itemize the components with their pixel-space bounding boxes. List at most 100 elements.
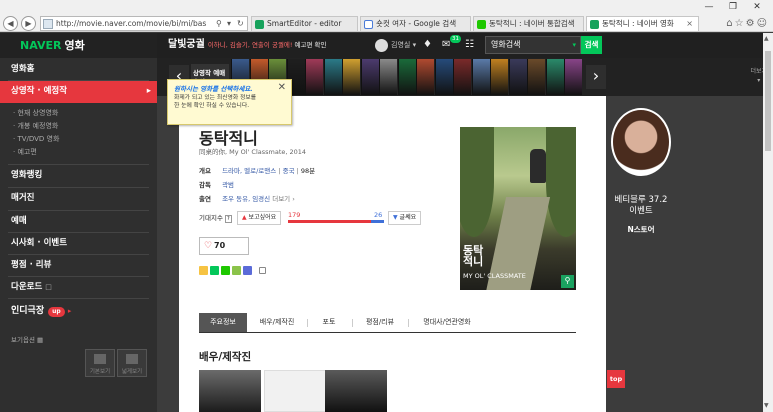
- cast-more-link[interactable]: 더보기: [272, 195, 290, 203]
- share-link-icon[interactable]: [259, 267, 266, 274]
- tab-photo[interactable]: 포토: [309, 313, 349, 332]
- tab-cast-crew[interactable]: 배우/제작진: [249, 313, 305, 332]
- poster-thumbnail[interactable]: [305, 59, 323, 95]
- movie-search-input[interactable]: 영화검색 ▾: [485, 36, 581, 54]
- menu-indie-theater[interactable]: 인디극장 up ▸: [11, 301, 151, 321]
- poster-thumbnail[interactable]: [379, 59, 397, 95]
- menu-preview-event[interactable]: 시사회 · 이벤트: [0, 233, 157, 253]
- forward-icon[interactable]: ▶: [21, 16, 36, 31]
- want-to-see-button[interactable]: ▲ 보고싶어요: [237, 211, 282, 225]
- menu-movie-home[interactable]: 영화홈: [0, 59, 157, 79]
- menu-download[interactable]: 다운로드 □: [0, 277, 157, 297]
- poster-thumbnail[interactable]: [360, 59, 379, 95]
- cast-link[interactable]: 조우 동유, 임경신: [222, 195, 270, 203]
- settings-gear-icon[interactable]: ⚙: [746, 18, 757, 29]
- poster-thumbnail[interactable]: [545, 59, 564, 95]
- zoom-icon[interactable]: ⚲: [561, 275, 574, 288]
- help-icon[interactable]: ?: [225, 215, 232, 223]
- submenu-tv-dvd[interactable]: · TV/DVD 영화: [13, 133, 59, 146]
- poster-thumbnail[interactable]: [527, 59, 545, 95]
- menu-rating-review[interactable]: 평점 · 리뷰: [0, 255, 157, 275]
- submenu-upcoming[interactable]: · 개봉 예정영화: [13, 120, 58, 133]
- refresh-icon[interactable]: ↻: [237, 18, 244, 30]
- scroll-up-icon[interactable]: ▲: [764, 35, 769, 42]
- cast-photo[interactable]: [199, 370, 261, 412]
- poster-thumbnail[interactable]: [564, 59, 582, 95]
- chevron-right-icon[interactable]: ›: [586, 65, 606, 89]
- close-tooltip-icon[interactable]: ✕: [278, 82, 286, 93]
- menu-booking[interactable]: 예매: [0, 211, 157, 231]
- tab-main-info[interactable]: 주요정보: [199, 313, 247, 332]
- director-link[interactable]: 곽범: [222, 181, 234, 189]
- share-line-icon[interactable]: [232, 266, 241, 275]
- menu-ranking[interactable]: 영화랭킹: [0, 165, 157, 185]
- browser-tab-naver-movie[interactable]: 동탁적니 : 네이버 영화 ×: [586, 16, 699, 31]
- tab-quotes-related[interactable]: 명대사/연관영화: [410, 313, 484, 332]
- share-band-icon[interactable]: [210, 266, 219, 275]
- dropdown-icon[interactable]: ▾: [227, 18, 231, 30]
- like-button[interactable]: ♡ 70: [199, 237, 249, 255]
- not-sure-button[interactable]: ▼ 글쎄요: [388, 211, 422, 225]
- menu-label: 상영작 · 예정작: [11, 86, 68, 96]
- scroll-down-icon[interactable]: ▼: [764, 402, 769, 409]
- scroll-top-button[interactable]: top: [607, 370, 625, 388]
- feedback-icon[interactable]: ☺: [757, 18, 769, 29]
- submenu-label: 현재 상영영화: [17, 109, 59, 117]
- side-ad[interactable]: 베티블루 37.2 이벤트 N스토어: [606, 96, 761, 396]
- submenu-current[interactable]: · 현재 상영영화: [13, 107, 58, 120]
- scroll-thumb[interactable]: [765, 51, 771, 151]
- movie-poster[interactable]: 동탁적니 MY OL' CLASSMATE ⚲: [460, 127, 576, 290]
- submenu-trailer[interactable]: · 예고편: [13, 146, 37, 159]
- logo-naver: NAVER: [20, 39, 62, 52]
- poster-thumbnail[interactable]: [342, 59, 360, 95]
- home-icon[interactable]: ⌂: [726, 18, 734, 29]
- back-icon[interactable]: ◀: [3, 16, 18, 31]
- user-menu[interactable]: 김영실 ▾: [375, 38, 416, 52]
- poster-thumbnail[interactable]: [323, 59, 342, 95]
- poster-thumbnail[interactable]: [416, 59, 434, 95]
- browser-tab-naver-search[interactable]: 동탁적니 : 네이버 통합검색: [473, 16, 584, 31]
- promo-link[interactable]: 예고편 확인: [295, 41, 327, 49]
- share-cafe-icon[interactable]: [221, 266, 230, 275]
- submenu-label: TV/DVD 영화: [17, 135, 60, 143]
- bell-icon[interactable]: ♦: [423, 38, 432, 52]
- genre-link[interactable]: 드라마, 멜로/로맨스: [222, 167, 276, 175]
- promo-banner[interactable]: 달빛궁궐 이하니, 김슬기, 연출이 궁궐에! 예고편 확인: [168, 33, 326, 57]
- submenu-label: 개봉 예정영화: [17, 122, 59, 130]
- apps-grid-icon[interactable]: ☷: [465, 38, 474, 52]
- toggle-icon[interactable]: ▦: [37, 336, 43, 344]
- poster-thumbnail[interactable]: [453, 59, 471, 95]
- view-default-button[interactable]: 기본보기: [85, 349, 115, 377]
- search-dropdown-icon[interactable]: ▾: [572, 37, 576, 53]
- address-bar[interactable]: http://movie.naver.com/movie/bi/mi/basic…: [40, 16, 248, 31]
- logo-movie: 영화: [64, 39, 85, 52]
- view-wide-button[interactable]: 넓게보기: [117, 349, 147, 377]
- favorites-star-icon[interactable]: ☆: [735, 18, 746, 29]
- poster-thumbnail[interactable]: [434, 59, 453, 95]
- restore-icon[interactable]: ❐: [724, 1, 742, 14]
- tab-divider: [307, 319, 308, 327]
- share-facebook-icon[interactable]: [243, 266, 252, 275]
- search-button[interactable]: 검색: [581, 36, 602, 54]
- naver-movie-logo[interactable]: NAVER 영화: [0, 33, 157, 58]
- page-scrollbar[interactable]: ▲ ▼: [763, 33, 773, 412]
- search-icon[interactable]: ⚲: [216, 18, 222, 30]
- expectation-bar-blue: [371, 220, 384, 223]
- browser-tab-google[interactable]: 숏컷 여자 - Google 검색: [360, 16, 471, 31]
- close-tab-icon[interactable]: ×: [686, 17, 693, 31]
- country-link[interactable]: 중국: [283, 167, 295, 175]
- minimize-icon[interactable]: —: [700, 1, 718, 14]
- browser-tab-smarteditor[interactable]: SmartEditor - editor: [251, 16, 358, 31]
- share-blog-icon[interactable]: [199, 266, 208, 275]
- poster-thumbnail[interactable]: [471, 59, 490, 95]
- cast-photo[interactable]: [325, 370, 387, 412]
- menu-magazine[interactable]: 매거진: [0, 188, 157, 208]
- poster-thumbnail[interactable]: [508, 59, 527, 95]
- tab-rating-review[interactable]: 평점/리뷰: [354, 313, 406, 332]
- poster-thumbnail[interactable]: [490, 59, 508, 95]
- cast-photo-placeholder[interactable]: [264, 370, 326, 412]
- poster-thumbnail[interactable]: [397, 59, 416, 95]
- menu-now-showing[interactable]: 상영작 · 예정작 ▸: [0, 81, 157, 103]
- close-window-icon[interactable]: ✕: [748, 1, 766, 14]
- mail-icon[interactable]: ✉ 31: [442, 35, 461, 52]
